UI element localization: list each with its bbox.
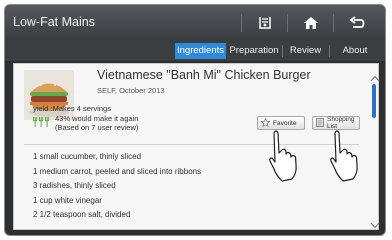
rating-count: (Based on 7 user review) [55,123,139,132]
top-bar: Low-Fat Mains [5,5,385,41]
ingredient-item: 1 medium carrot, peeled and sliced into … [33,166,202,176]
toolbar-separator [287,14,288,32]
tap-hand-icon [266,128,310,189]
scrollbar-thumb[interactable] [372,84,376,118]
ingredient-item: 1 small cucumber, thinly sliced [33,152,142,161]
rating-text: 43% would make it again (Based on 7 user… [55,114,138,132]
favorite-label: Favorite [273,119,297,127]
ingredient-item: 2 1/2 teaspoon salt, divided [33,210,131,219]
recipe-yield: yield :Makes 4 servings [33,104,111,113]
home-icon[interactable] [299,12,323,34]
ingredient-item: 3 radishes, thinly sliced [33,181,116,190]
recipe-source: SELF, October 2013 [97,86,165,95]
ingredient-list: 1 small cucumber, thinly sliced 1 medium… [33,150,201,223]
recipe-box-icon[interactable] [253,12,277,34]
recipe-title: Vietnamese "Banh Mi" Chicken Burger [97,68,311,82]
fork-rating-icon [33,114,53,132]
tap-hand-icon [327,128,371,189]
back-icon[interactable] [345,12,369,34]
star-icon [260,117,271,129]
tab-preparation[interactable]: Preparation [227,43,281,59]
list-icon [316,117,324,129]
ingredient-item: 1 cup white vinegar [33,195,102,205]
device-screen: Low-Fat Mains Ingredients Preparation Re… [4,4,386,236]
tab-bar: Ingredients Preparation Review About [5,41,385,61]
scroll-down-icon[interactable] [370,216,380,234]
app-title: Low-Fat Mains [13,15,95,29]
tab-review[interactable]: Review [283,43,328,59]
toolbar-separator [333,14,334,32]
tab-ingredients[interactable]: Ingredients [175,43,226,59]
recipe-panel: Vietnamese "Banh Mi" Chicken Burger SELF… [13,63,380,230]
rating-percent: 43% would make it again [55,114,139,123]
tab-about[interactable]: About [330,43,380,59]
toolbar-separator [241,14,242,32]
